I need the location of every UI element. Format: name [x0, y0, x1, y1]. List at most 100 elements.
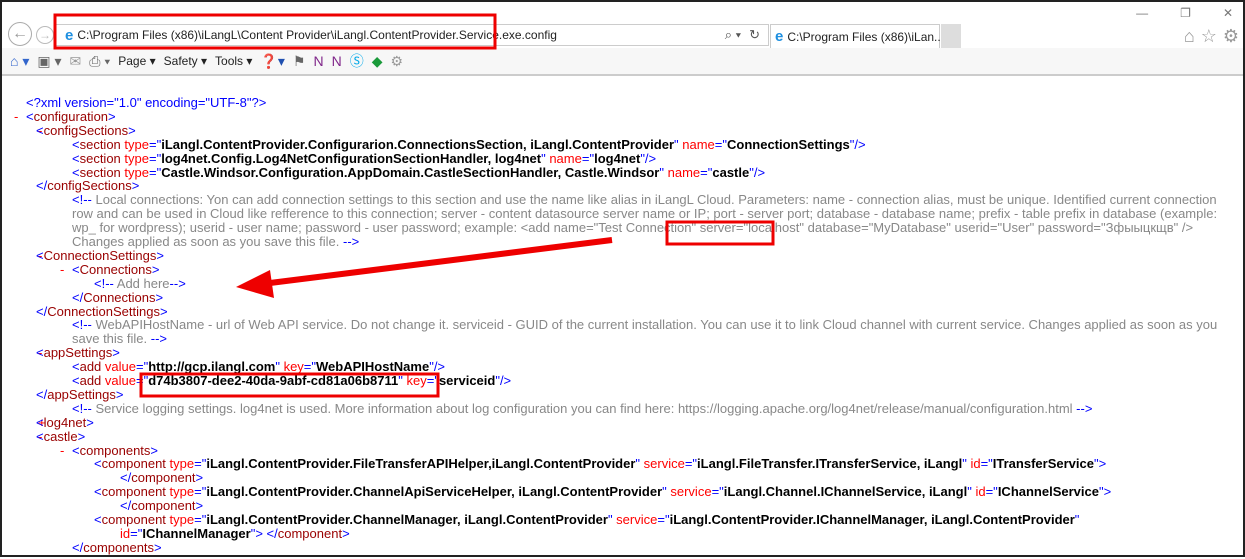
collapse-toggle[interactable]: - — [60, 443, 64, 458]
command-bar: ⌂ ▾ ▣ ▾ ✉ ⎙ ▾ Page ▾ Safety ▾ Tools ▾ ❓▾… — [2, 48, 1243, 76]
evernote-icon[interactable]: ◆ — [372, 53, 383, 70]
browser-chrome: ← → e C:\Program Files (x86)\iLangL\Cont… — [2, 2, 1243, 78]
restore-icon[interactable]: ❐ — [1180, 6, 1191, 20]
xml-token: > — [195, 470, 204, 486]
home-icon[interactable]: ⌂ — [1184, 26, 1195, 47]
xml-token: iLangl.ContentProvider.IChannelManager, … — [669, 512, 1075, 527]
xml-document: <?xml version="1.0" encoding="UTF-8"?> - <… — [2, 96, 1243, 556]
xml-token: castle — [712, 164, 750, 180]
xml-token: "/> — [429, 359, 446, 375]
onenote-link-icon[interactable]: N — [332, 53, 342, 69]
xml-token: type — [120, 150, 149, 166]
xml-line: <component type="iLangl.ContentProvider.… — [94, 457, 1106, 471]
xml-token: section — [79, 164, 121, 180]
address-bar[interactable]: e C:\Program Files (x86)\iLangL\Content … — [54, 24, 769, 46]
gear-icon[interactable]: ⚙ — [1223, 26, 1239, 47]
page-menu[interactable]: Page ▾ — [118, 54, 155, 68]
xml-line: <appSettings> — [36, 346, 120, 360]
xml-token: component — [101, 456, 166, 472]
new-tab-button[interactable] — [941, 24, 961, 48]
xml-token: > — [150, 442, 159, 458]
xml-token: =" — [700, 164, 713, 180]
addon-icon[interactable]: ⚑ — [293, 53, 306, 70]
favorites-icon[interactable]: ☆ — [1201, 26, 1217, 47]
refresh-icon[interactable]: ↻ — [749, 27, 760, 43]
xml-line: </component> — [120, 471, 203, 485]
browser-tab[interactable]: e C:\Program Files (x86)\iLan... ✕ — [770, 24, 954, 48]
xml-token: =" — [136, 373, 149, 388]
xml-token: type — [165, 484, 195, 500]
xml-token: < — [72, 261, 80, 277]
xml-token: "/> — [495, 373, 512, 388]
back-button[interactable]: ← — [8, 22, 32, 46]
xml-token: <!-- — [72, 192, 92, 208]
xml-token: type — [120, 164, 149, 180]
xml-token: =" — [148, 136, 162, 152]
xml-token: =" — [136, 359, 149, 375]
xml-token: id — [120, 525, 131, 541]
forward-button[interactable]: → — [36, 26, 54, 44]
xml-token: < — [94, 484, 102, 500]
xml-token: < — [36, 247, 44, 263]
help-icon[interactable]: ❓▾ — [260, 53, 284, 70]
xml-token: WebAPIHostName — [316, 359, 430, 375]
xml-token: > — [112, 345, 120, 361]
xml-token: < — [36, 345, 44, 361]
xml-line: <configSections> — [36, 122, 136, 138]
xml-token: value — [101, 359, 136, 375]
xml-token: =" — [303, 359, 317, 375]
xml-token: Service logging settings. log4net is use… — [91, 400, 1077, 416]
xml-token: "/> — [749, 164, 766, 180]
xml-token: component — [101, 484, 166, 500]
xml-token: <!-- — [72, 400, 92, 416]
xml-line: <component type="iLangl.ContentProvider.… — [94, 513, 1079, 527]
tab-title: C:\Program Files (x86)\iLan... — [787, 29, 945, 44]
xml-line: <components> — [72, 442, 159, 458]
skype-icon[interactable]: Ⓢ — [350, 51, 364, 71]
xml-token: > — [195, 498, 204, 514]
collapse-toggle[interactable]: - — [14, 109, 18, 124]
xml-token: <!-- — [94, 275, 114, 291]
feed-icon[interactable]: ▣ ▾ — [37, 53, 61, 70]
xml-token: > — [154, 539, 162, 555]
tools-menu[interactable]: Tools ▾ — [215, 54, 252, 68]
address-text[interactable]: C:\Program Files (x86)\iLangL\Content Pr… — [77, 28, 724, 42]
xml-line: <castle> — [36, 429, 85, 444]
xml-token: =" — [714, 136, 727, 152]
mail-icon[interactable]: ✉ — [70, 53, 82, 70]
xml-token: =" — [194, 456, 207, 472]
xml-line: <!-- Add here--> — [94, 275, 186, 291]
xml-token: id — [971, 484, 986, 500]
xml-token: < — [72, 373, 80, 388]
xml-token: configSections — [47, 178, 132, 194]
xml-token: configuration — [33, 108, 109, 124]
xml-token: --> — [1076, 400, 1093, 416]
xml-token: =" — [148, 164, 162, 180]
xml-token: > — [86, 414, 94, 430]
safety-menu[interactable]: Safety ▾ — [164, 54, 207, 68]
close-icon[interactable]: ✕ — [1223, 6, 1233, 20]
xml-token: Add here — [113, 275, 170, 291]
xml-token: > — [155, 289, 164, 305]
xml-token: =" — [711, 484, 724, 500]
xml-token: iLangl.Channel.IChannelService, iLangl — [723, 484, 968, 500]
minimize-icon[interactable]: — — [1136, 6, 1148, 20]
xml-token: id — [966, 456, 981, 472]
xml-token: name — [664, 164, 701, 180]
xml-token: < — [36, 122, 44, 138]
xml-token: > — [159, 303, 168, 319]
print-icon[interactable]: ⎙ ▾ — [89, 53, 110, 70]
xml-line: <!-- WebAPIHostName - url of Web API ser… — [72, 318, 1230, 346]
xml-token: configSections — [43, 122, 129, 138]
xml-token: </ — [120, 470, 132, 486]
xml-token: < — [72, 359, 80, 375]
xml-token: <?xml version="1.0" encoding="UTF-8"?> — [26, 95, 267, 110]
xml-token: d74b3807-dee2-40da-9abf-cd81a06b8711 — [148, 373, 399, 388]
search-icon[interactable]: ⌕ ▾ — [725, 27, 741, 43]
collapse-toggle[interactable]: - — [60, 262, 64, 277]
onenote-icon[interactable]: N — [313, 53, 323, 69]
xml-token: =" — [148, 150, 162, 166]
xml-token: =" — [581, 150, 595, 166]
home-icon[interactable]: ⌂ ▾ — [10, 53, 29, 70]
settings-icon[interactable]: ⚙ — [390, 53, 403, 70]
